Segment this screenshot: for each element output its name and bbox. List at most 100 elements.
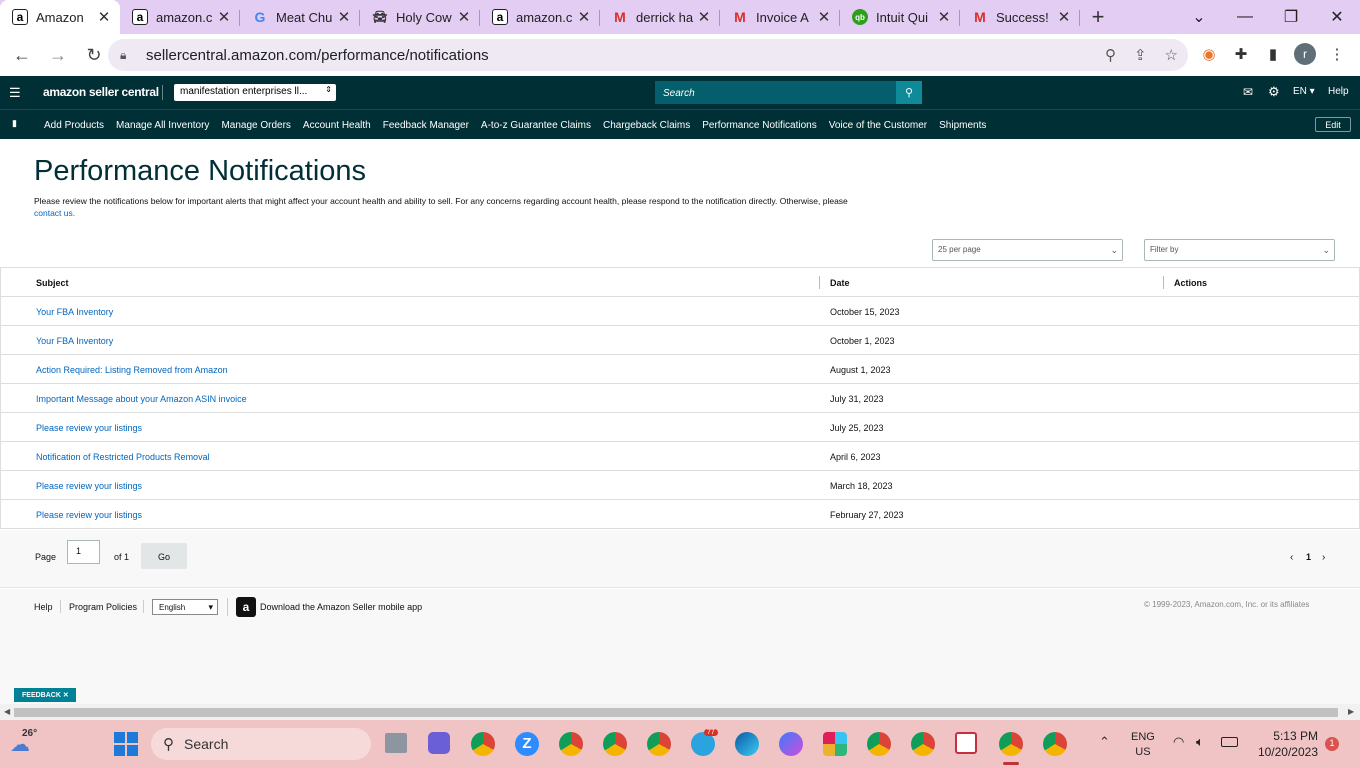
- profile-avatar[interactable]: r: [1294, 43, 1316, 65]
- reload-icon[interactable]: ↻: [78, 39, 110, 71]
- close-tab-icon[interactable]: ✕: [216, 8, 232, 26]
- browser-tab[interactable]: qb Intuit Qui ✕: [840, 0, 960, 34]
- url-bar[interactable]: 🔒︎ sellercentral.amazon.com/performance/…: [108, 39, 1188, 71]
- notification-subject-link[interactable]: Your FBA Inventory: [36, 307, 113, 317]
- browser-tab[interactable]: M Invoice A ✕: [720, 0, 840, 34]
- nav-item[interactable]: Manage All Inventory: [116, 120, 209, 131]
- horizontal-scrollbar[interactable]: ◀ ▶: [0, 704, 1360, 720]
- scroll-left-icon[interactable]: ◀: [4, 707, 10, 716]
- new-tab-button[interactable]: +: [1080, 0, 1116, 34]
- chrome-profile-icon[interactable]: [559, 732, 583, 756]
- download-app-link[interactable]: Download the Amazon Seller mobile app: [260, 602, 422, 612]
- messenger-icon[interactable]: [779, 732, 803, 756]
- nav-item[interactable]: Feedback Manager: [383, 120, 469, 131]
- close-tab-icon[interactable]: ✕: [936, 8, 952, 26]
- scrollbar-thumb[interactable]: [14, 708, 1338, 717]
- search-icon[interactable]: ⚲: [896, 81, 922, 104]
- puzzle-extensions-icon[interactable]: ✚: [1230, 43, 1252, 65]
- browser-tab[interactable]: G Meat Chu ✕: [240, 0, 360, 34]
- browser-tab[interactable]: a amazon.c ✕: [480, 0, 600, 34]
- gear-icon[interactable]: ⚙: [1268, 84, 1280, 100]
- back-arrow-icon[interactable]: ←: [6, 39, 38, 71]
- tab-search-chevron-icon[interactable]: ⌄: [1176, 0, 1222, 34]
- search-input[interactable]: Search: [655, 81, 898, 104]
- help-link[interactable]: Help: [1328, 86, 1349, 97]
- bookmark-icon[interactable]: ▮: [12, 118, 17, 129]
- side-panel-icon[interactable]: ▮: [1262, 43, 1284, 65]
- notification-subject-link[interactable]: Your FBA Inventory: [36, 336, 113, 346]
- nav-item[interactable]: Account Health: [303, 120, 371, 131]
- windows-start-icon[interactable]: [114, 732, 138, 756]
- nav-item[interactable]: Chargeback Claims: [603, 120, 690, 131]
- edit-nav-button[interactable]: Edit: [1315, 117, 1351, 132]
- browser-tab[interactable]: a Amazon ✕: [0, 0, 120, 34]
- date-header[interactable]: Date: [830, 278, 850, 288]
- battery-icon[interactable]: [1221, 737, 1238, 747]
- amazon-app-icon[interactable]: a: [236, 597, 256, 617]
- notification-subject-link[interactable]: Notification of Restricted Products Remo…: [36, 452, 210, 462]
- mail-icon[interactable]: ✉: [1243, 85, 1253, 99]
- close-tab-icon[interactable]: ✕: [456, 8, 472, 26]
- notification-subject-link[interactable]: Please review your listings: [36, 481, 142, 491]
- chrome-profile-icon[interactable]: [911, 732, 935, 756]
- bookmark-star-icon[interactable]: ☆: [1165, 46, 1178, 64]
- share-icon[interactable]: ⇪: [1134, 46, 1147, 64]
- browser-tab[interactable]: a amazon.c ✕: [120, 0, 240, 34]
- close-tab-icon[interactable]: ✕: [96, 8, 112, 26]
- notification-subject-link[interactable]: Action Required: Listing Removed from Am…: [36, 365, 228, 375]
- go-button[interactable]: Go: [141, 543, 187, 569]
- menu-kebab-icon[interactable]: ⋮: [1326, 43, 1348, 65]
- taskbar-search[interactable]: ⚲ Search: [151, 728, 371, 760]
- zoom-app-icon[interactable]: Z: [515, 732, 539, 756]
- close-tab-icon[interactable]: ✕: [1056, 8, 1072, 26]
- scroll-right-icon[interactable]: ▶: [1348, 707, 1354, 716]
- notification-subject-link[interactable]: Important Message about your Amazon ASIN…: [36, 394, 247, 404]
- teams-icon[interactable]: [428, 732, 450, 754]
- extension-icon[interactable]: ◉: [1198, 43, 1220, 65]
- language-selector[interactable]: EN ▾: [1293, 86, 1315, 97]
- browser-tab[interactable]: M Success! ✕: [960, 0, 1080, 34]
- chrome-active-icon[interactable]: [999, 732, 1023, 756]
- nav-item[interactable]: Voice of the Customer: [829, 120, 927, 131]
- zoom-icon[interactable]: ⚲: [1105, 46, 1116, 64]
- clock[interactable]: 5:13 PM 10/20/2023: [1256, 728, 1318, 760]
- account-selector[interactable]: manifestation enterprises ll... ⇕: [174, 84, 336, 101]
- task-view-icon[interactable]: [385, 733, 407, 753]
- chrome-profile-icon[interactable]: [1043, 732, 1067, 756]
- per-page-select[interactable]: 25 per page ⌄: [932, 239, 1123, 261]
- chrome-profile-icon[interactable]: [647, 732, 671, 756]
- close-icon[interactable]: ✕: [63, 692, 69, 699]
- restore-button[interactable]: ❐: [1268, 0, 1314, 34]
- weather-temp[interactable]: 26°: [22, 728, 37, 739]
- snipping-tool-icon[interactable]: [955, 732, 977, 754]
- filter-select[interactable]: Filter by ⌄: [1144, 239, 1335, 261]
- volume-icon[interactable]: 🔈︎: [1196, 734, 1204, 750]
- seller-central-logo[interactable]: amazon seller central: [43, 85, 159, 99]
- chrome-icon[interactable]: [471, 732, 495, 756]
- close-tab-icon[interactable]: ✕: [696, 8, 712, 26]
- forward-arrow-icon[interactable]: →: [42, 39, 74, 71]
- page-number-input[interactable]: 1: [67, 540, 100, 564]
- next-page-icon[interactable]: ›: [1322, 552, 1325, 563]
- wifi-icon[interactable]: ◠: [1173, 734, 1184, 750]
- chevron-up-icon[interactable]: ⌃: [1099, 734, 1110, 750]
- subject-header[interactable]: Subject: [36, 278, 69, 288]
- input-language[interactable]: ENG US: [1131, 730, 1155, 760]
- nav-item[interactable]: Manage Orders: [221, 120, 290, 131]
- current-page[interactable]: 1: [1306, 552, 1311, 562]
- browser-tab[interactable]: Mderrick ha ✕: [600, 0, 720, 34]
- feedback-button[interactable]: FEEDBACK ✕: [14, 688, 76, 702]
- prev-page-icon[interactable]: ‹: [1290, 552, 1293, 563]
- footer-help-link[interactable]: Help: [34, 602, 53, 612]
- edge-icon[interactable]: [735, 732, 759, 756]
- hamburger-menu-icon[interactable]: ☰: [9, 85, 21, 101]
- minimize-button[interactable]: —: [1222, 0, 1268, 34]
- browser-tab[interactable]: 🚘︎ Holy Cow ✕: [360, 0, 480, 34]
- notification-subject-link[interactable]: Please review your listings: [36, 423, 142, 433]
- notification-subject-link[interactable]: Please review your listings: [36, 510, 142, 520]
- notification-badge[interactable]: 1: [1325, 737, 1339, 751]
- slack-icon[interactable]: [823, 732, 847, 756]
- chrome-profile-icon[interactable]: [603, 732, 627, 756]
- close-tab-icon[interactable]: ✕: [336, 8, 352, 26]
- nav-item[interactable]: Shipments: [939, 120, 986, 131]
